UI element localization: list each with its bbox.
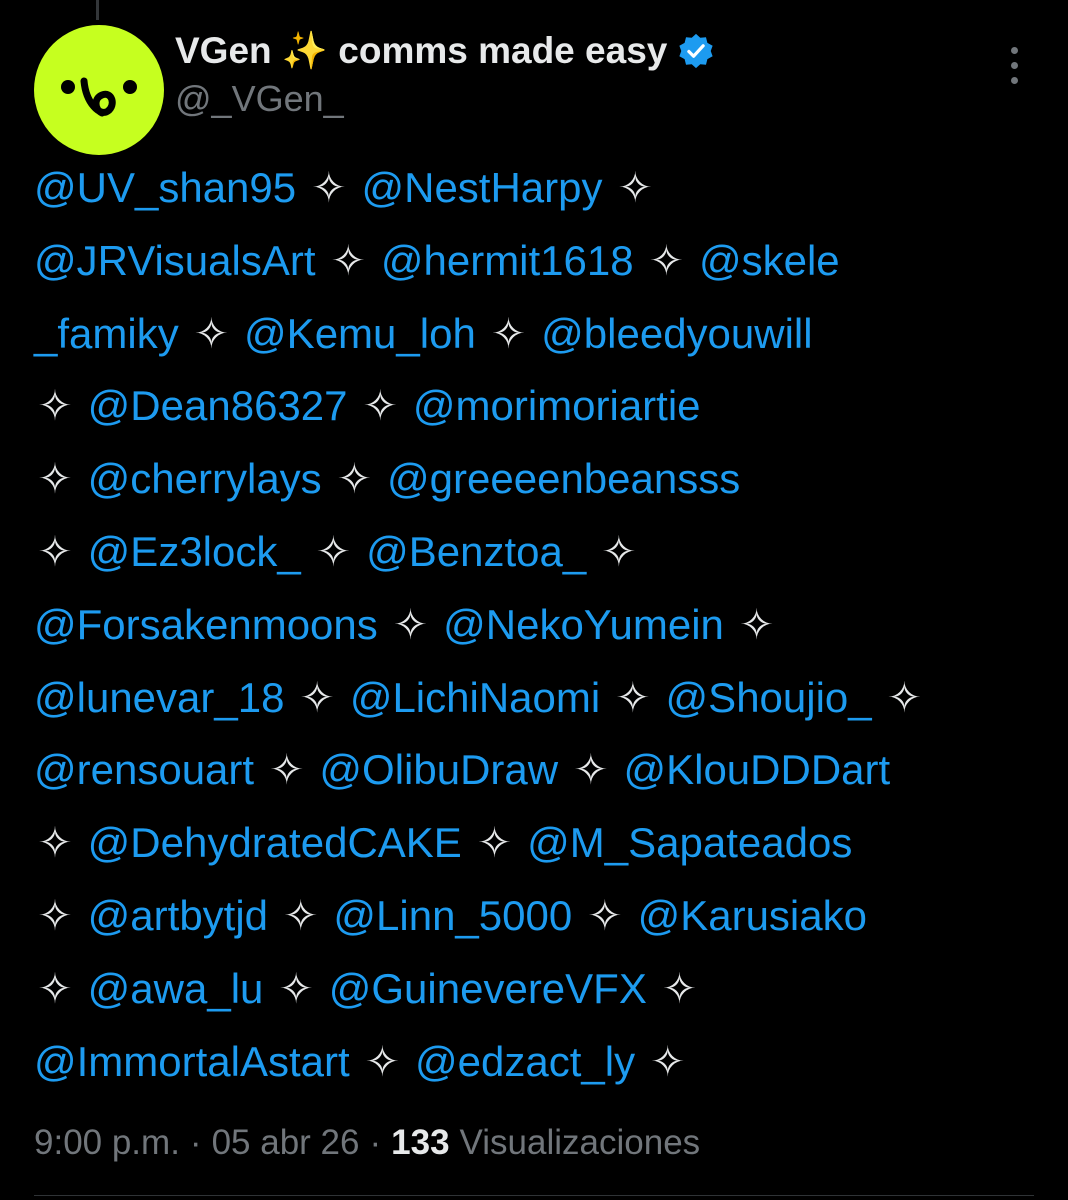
mention-link[interactable]: @DehydratedCAKE <box>88 819 462 866</box>
mention-link[interactable]: @Linn_5000 <box>333 892 572 939</box>
mention-link[interactable]: @morimoriartie <box>413 382 701 429</box>
post-text-line: _famiky ✧ @Kemu_loh ✧ @bleedyouwill <box>34 298 1044 371</box>
mention-link[interactable]: @Shoujio_ <box>666 674 872 721</box>
mention-link[interactable]: @Benztoa_ <box>366 528 586 575</box>
sparkle-separator: ✧ <box>37 819 73 867</box>
sparkle-separator: ✧ <box>37 455 73 503</box>
mention-link[interactable]: @UV_shan95 <box>34 164 296 211</box>
thread-connector-line <box>96 0 99 20</box>
sparkle-separator: ✧ <box>661 964 698 1012</box>
sparkle-separator: ✧ <box>269 746 305 794</box>
mention-link[interactable]: @Karusiako <box>638 892 867 939</box>
menu-dot <box>1010 76 1018 84</box>
sparkle-separator: ✧ <box>886 673 922 721</box>
views-count: 133 <box>391 1123 450 1162</box>
post-body: @UV_shan95 ✧ @NestHarpy ✧ @JRVisualsArt ✧… <box>34 152 1044 1098</box>
author-name-row: VGen ✨ comms made easy <box>175 28 715 74</box>
sparkle-separator: ✧ <box>315 527 351 575</box>
mention-link[interactable]: @M_Sapateados <box>527 819 852 866</box>
mention-link[interactable]: @ImmortalAstart <box>34 1038 350 1085</box>
sparkle-separator: ✧ <box>37 527 73 575</box>
mention-link[interactable]: @edzact_ly <box>415 1038 635 1085</box>
sparkle-separator: ✧ <box>37 891 73 939</box>
sparkle-separator: ✧ <box>37 964 73 1012</box>
mention-link[interactable]: @Kemu_loh <box>244 310 476 357</box>
post-text-line: @lunevar_18 ✧ @LichiNaomi ✧ @Shoujio_ ✧ <box>34 662 1044 735</box>
post-date[interactable]: 05 abr 26 <box>212 1123 360 1163</box>
meta-separator: · <box>189 1123 202 1162</box>
sparkle-separator: ✧ <box>364 1037 400 1085</box>
sparkle-separator: ✧ <box>650 1037 686 1085</box>
sparkle-separator: ✧ <box>299 673 335 721</box>
mention-link[interactable]: @cherrylays <box>88 455 322 502</box>
menu-dot <box>1010 46 1018 54</box>
more-vertical-icon[interactable] <box>996 40 1032 90</box>
mention-link[interactable]: @greeeenbeansss <box>387 455 740 502</box>
post-text-line: @UV_shan95 ✧ @NestHarpy ✧ <box>34 152 1044 225</box>
post-text-line: @Forsakenmoons ✧ @NekoYumein ✧ <box>34 589 1044 662</box>
post-text-line: @JRVisualsArt ✧ @hermit1618 ✧ @skele <box>34 225 1044 298</box>
sparkle-separator: ✧ <box>278 964 314 1012</box>
avatar[interactable] <box>34 25 164 155</box>
mention-link[interactable]: @hermit1618 <box>381 237 634 284</box>
post-text-line: @rensouart ✧ @OlibuDraw ✧ @KlouDDDart <box>34 734 1044 807</box>
vgen-logo-icon <box>61 77 137 117</box>
verified-badge-icon <box>679 33 713 69</box>
sparkle-separator: ✧ <box>37 382 73 430</box>
mention-link[interactable]: @Dean86327 <box>88 382 348 429</box>
sparkle-separator: ✧ <box>476 819 513 867</box>
mention-link[interactable]: @lunevar_18 <box>34 674 284 721</box>
mention-link[interactable]: @LichiNaomi <box>350 674 600 721</box>
post-meta: 9:00 p.m. · 05 abr 26 · 133 Visualizacio… <box>34 1118 700 1168</box>
mention-link[interactable]: @awa_lu <box>88 965 264 1012</box>
post-text-line: ✧ @artbytjd ✧ @Linn_5000 ✧ @Karusiako <box>34 880 1044 953</box>
post-text-line: ✧ @Ez3lock_ ✧ @Benztoa_ ✧ <box>34 516 1044 589</box>
sparkle-separator: ✧ <box>573 746 609 794</box>
post-time[interactable]: 9:00 p.m. <box>34 1123 180 1163</box>
author-handle[interactable]: @_VGen_ <box>175 78 344 120</box>
mention-link[interactable]: @Forsakenmoons <box>34 601 378 648</box>
mention-link[interactable]: @JRVisualsArt <box>34 237 316 284</box>
sparkle-separator: ✧ <box>738 600 775 648</box>
post-header: VGen ✨ comms made easy @_VGen_ <box>0 0 1068 155</box>
post-text-line: ✧ @cherrylays ✧ @greeeenbeansss <box>34 443 1044 516</box>
post-text-line: ✧ @awa_lu ✧ @GuinevereVFX ✧ <box>34 953 1044 1026</box>
sparkle-separator: ✧ <box>648 236 684 284</box>
mention-link[interactable]: @KlouDDDart <box>623 746 890 793</box>
sparkle-separator: ✧ <box>283 891 319 939</box>
divider <box>34 1195 1034 1196</box>
mention-link[interactable]: @GuinevereVFX <box>329 965 647 1012</box>
meta-separator: · <box>369 1123 382 1162</box>
author-name[interactable]: VGen ✨ comms made easy <box>175 30 667 73</box>
mention-link[interactable]: @skele <box>699 237 840 284</box>
sparkle-separator: ✧ <box>311 164 347 211</box>
sparkle-separator: ✧ <box>490 309 527 357</box>
menu-dot <box>1010 61 1018 69</box>
sparkle-separator: ✧ <box>330 236 366 284</box>
mention-link[interactable]: @NestHarpy <box>361 164 602 211</box>
post-text-line: @ImmortalAstart ✧ @edzact_ly ✧ <box>34 1026 1044 1099</box>
sparkle-separator: ✧ <box>587 891 623 939</box>
mention-link[interactable]: @OlibuDraw <box>319 746 558 793</box>
sparkle-separator: ✧ <box>362 382 398 430</box>
post-text-line: ✧ @DehydratedCAKE ✧ @M_Sapateados <box>34 807 1044 880</box>
views-label: Visualizaciones <box>459 1123 701 1162</box>
mention-link[interactable]: @rensouart <box>34 746 254 793</box>
mention-link[interactable]: @NekoYumein <box>443 601 724 648</box>
sparkle-separator: ✧ <box>392 600 429 648</box>
mention-link[interactable]: @Ez3lock_ <box>88 528 301 575</box>
sparkle-separator: ✧ <box>617 164 653 211</box>
post-text-line: ✧ @Dean86327 ✧ @morimoriartie <box>34 370 1044 443</box>
mention-link[interactable]: @bleedyouwill <box>541 310 812 357</box>
sparkle-separator: ✧ <box>615 673 651 721</box>
sparkle-separator: ✧ <box>336 455 372 503</box>
mention-link[interactable]: @artbytjd <box>88 892 268 939</box>
sparkle-separator: ✧ <box>601 527 637 575</box>
mention-link[interactable]: _famiky <box>34 310 179 357</box>
sparkle-separator: ✧ <box>193 309 229 357</box>
